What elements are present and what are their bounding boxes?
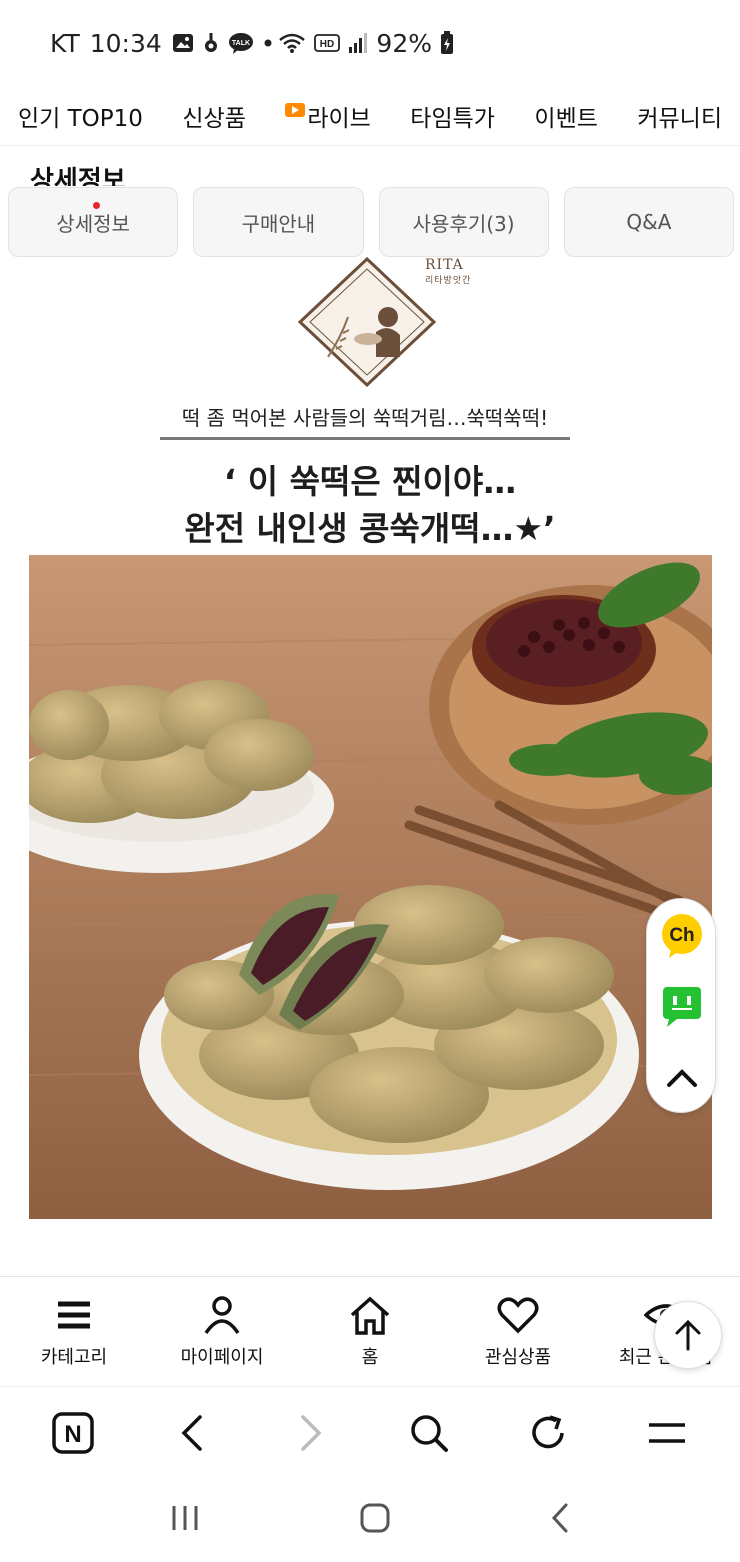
app-nav-label: 홈 — [361, 1347, 379, 1368]
nav-new-products[interactable]: 신상품 — [182, 99, 245, 133]
product-photo — [29, 555, 712, 1219]
hd-voice-icon: HD — [314, 33, 341, 53]
app-nav-wishlist[interactable]: 관심상품 — [444, 1277, 592, 1386]
heart-icon — [497, 1297, 539, 1334]
carrier-label: KT — [50, 28, 80, 58]
forward-icon — [300, 1414, 322, 1451]
system-home-button[interactable] — [359, 1502, 391, 1538]
brand-name: RITA — [425, 257, 464, 273]
section-title: 상세정보 — [30, 166, 126, 186]
battery-percent: 92% — [376, 28, 432, 58]
brand-logo — [296, 257, 438, 388]
nav-live-label: 라이브 — [307, 105, 371, 132]
app-nav-label: 관심상품 — [484, 1347, 552, 1368]
recent-apps-icon — [172, 1506, 198, 1530]
live-play-icon — [285, 102, 306, 117]
tab-label: 사용후기(3) — [412, 211, 515, 236]
system-navigation-bar — [0, 1478, 740, 1562]
hamburger-icon — [58, 1301, 90, 1329]
app-nav-mypage[interactable]: 마이페이지 — [148, 1277, 296, 1386]
battery-icon — [440, 31, 454, 55]
recent-apps-button[interactable] — [170, 1504, 200, 1536]
home-square-icon — [360, 1503, 390, 1533]
product-headline-2: 완전 내인생 콩쑥개떡…★’ — [184, 509, 556, 548]
notification-icon — [204, 32, 218, 54]
status-bar: KT 10:34 TALK HD 92% — [0, 0, 740, 86]
arrow-up-icon — [675, 1319, 701, 1351]
scroll-up-button[interactable] — [659, 1055, 705, 1101]
browser-search-button[interactable] — [399, 1403, 459, 1463]
detail-tabs: 상세정보 구매안내 사용후기(3) Q&A — [8, 187, 734, 257]
tab-detail-info[interactable]: 상세정보 — [8, 187, 179, 257]
browser-back-button[interactable] — [162, 1403, 222, 1463]
clock: 10:34 — [89, 28, 162, 58]
nav-community[interactable]: 커뮤니티 — [637, 99, 722, 133]
floating-side-panel: Ch — [646, 898, 716, 1113]
system-back-button[interactable] — [550, 1502, 570, 1538]
brand-korean-name: 리타방앗간 — [425, 276, 472, 286]
product-headline-1: ‘ 이 쑥떡은 찐이야… — [223, 462, 517, 501]
tab-label: 상세정보 — [56, 211, 130, 236]
app-nav-home[interactable]: 홈 — [296, 1277, 444, 1386]
product-tagline: 떡 좀 먹어본 사람들의 쑥떡거림…쑥떡쑥떡! — [160, 402, 570, 440]
more-dot-icon — [264, 39, 272, 47]
tab-label: Q&A — [626, 210, 672, 234]
app-nav-label: 마이페이지 — [180, 1347, 264, 1368]
channel-label: Ch — [669, 925, 694, 946]
app-nav-category[interactable]: 카테고리 — [0, 1277, 148, 1386]
back-icon — [181, 1414, 202, 1451]
tab-qna[interactable]: Q&A — [563, 187, 734, 257]
nav-time-sale[interactable]: 타임특가 — [410, 99, 495, 133]
naver-home-button[interactable]: N — [43, 1403, 103, 1463]
signal-icon — [348, 32, 368, 54]
kakaotalk-icon: TALK — [228, 32, 254, 54]
browser-forward-button[interactable] — [281, 1403, 341, 1463]
kakao-channel-button[interactable]: Ch — [659, 913, 705, 959]
bottom-app-nav: 카테고리 마이페이지 홈 관심상품 최근 본 상품 — [0, 1276, 740, 1386]
talk-icon-text: TALK — [232, 40, 250, 47]
gallery-icon — [172, 33, 194, 53]
chat-bubble-icon — [663, 987, 701, 1027]
chevron-up-icon — [667, 1069, 697, 1087]
search-icon — [411, 1414, 449, 1452]
system-back-icon — [552, 1503, 568, 1533]
talk-chat-button[interactable] — [659, 983, 705, 1029]
naver-icon: N — [52, 1411, 95, 1454]
wifi-icon — [278, 32, 306, 54]
product-detail-content: RITA 리타방앗간 떡 좀 먹어본 사람들의 쑥떡거림…쑥떡쑥떡! ‘ 이 쑥… — [0, 257, 740, 1274]
brand-name-small: RITA 리타방앗간 — [425, 257, 471, 286]
app-nav-label: 카테고리 — [40, 1347, 108, 1368]
nav-live[interactable]: 라이브 — [285, 99, 371, 133]
active-dot-icon — [93, 202, 100, 209]
browser-refresh-button[interactable] — [518, 1403, 578, 1463]
top-category-nav: 인기 TOP10 신상품 라이브 타임특가 이벤트 커뮤니티 — [0, 86, 740, 146]
tab-label: 구매안내 — [241, 211, 316, 236]
nav-events[interactable]: 이벤트 — [534, 99, 597, 133]
tab-reviews[interactable]: 사용후기(3) — [378, 187, 549, 257]
home-icon — [350, 1296, 390, 1335]
tab-purchase-guide[interactable]: 구매안내 — [193, 187, 364, 257]
browser-menu-button[interactable] — [637, 1403, 697, 1463]
person-icon — [204, 1296, 240, 1335]
browser-toolbar: N — [0, 1386, 740, 1478]
naver-letter: N — [65, 1421, 82, 1448]
menu-icon — [648, 1422, 685, 1443]
refresh-icon — [532, 1414, 564, 1448]
kakao-channel-icon: Ch — [662, 914, 702, 958]
nav-popular-top10[interactable]: 인기 TOP10 — [18, 99, 143, 133]
scroll-to-top-button[interactable] — [654, 1301, 722, 1369]
hd-icon-text: HD — [320, 39, 334, 50]
